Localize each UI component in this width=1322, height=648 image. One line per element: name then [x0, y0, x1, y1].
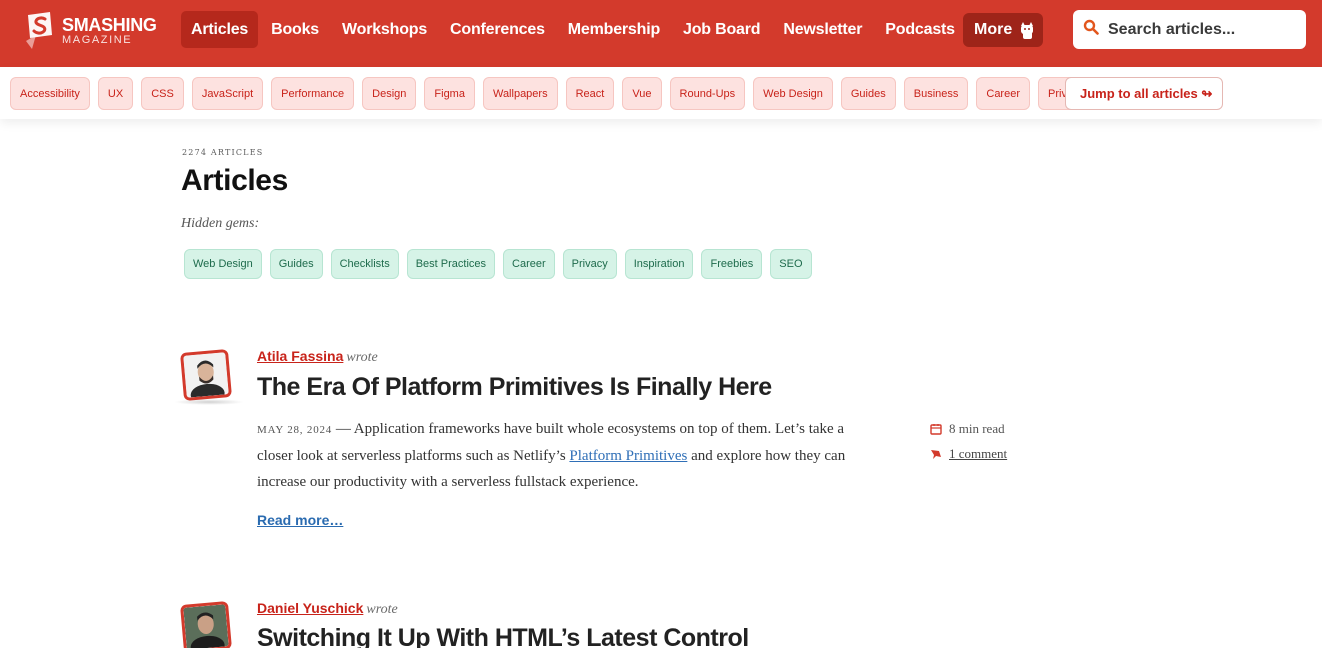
more-label: More [974, 21, 1013, 38]
author-link[interactable]: Daniel Yuschick [257, 600, 363, 616]
article-excerpt: May 28, 2024 — Application frameworks ha… [257, 416, 867, 495]
jump-to-all-articles-button[interactable]: Jump to all articles ↬ [1065, 77, 1223, 110]
top-navigation-bar: SMASHING MAGAZINE Articles Books Worksho… [0, 0, 1322, 67]
read-time: 8 min read [930, 416, 1007, 441]
search-box[interactable] [1073, 10, 1306, 49]
platform-primitives-link[interactable]: Platform Primitives [569, 448, 687, 464]
comment-icon [931, 449, 941, 459]
author-avatar-wrapper [174, 348, 244, 405]
read-time-text: 8 min read [949, 420, 1005, 436]
tag-accessibility[interactable]: Accessibility [10, 77, 90, 110]
logo-line-1: SMASHING [62, 15, 157, 35]
tag-career[interactable]: Career [976, 77, 1030, 110]
tag-ux[interactable]: UX [97, 77, 134, 110]
gem-web-design[interactable]: Web Design [184, 249, 262, 279]
nav-item-membership[interactable]: Membership [558, 11, 670, 48]
nav-item-podcasts[interactable]: Podcasts [875, 11, 965, 48]
article-meta: 8 min read 1 comment [930, 416, 1007, 466]
article-title[interactable]: The Era Of Platform Primitives Is Finall… [257, 373, 772, 402]
nav-item-conferences[interactable]: Conferences [440, 11, 555, 48]
cat-icon [1017, 20, 1037, 40]
nav-item-job-board[interactable]: Job Board [673, 11, 770, 48]
comments: 1 comment [930, 441, 1007, 466]
article-count: 2274 ARTICLES [182, 148, 264, 157]
tag-guides[interactable]: Guides [840, 77, 896, 110]
article-title[interactable]: Switching It Up With HTML’s Latest Contr… [257, 624, 749, 648]
search-input[interactable] [1108, 20, 1298, 39]
main-nav: Articles Books Workshops Conferences Mem… [181, 11, 968, 48]
gem-career[interactable]: Career [503, 249, 555, 279]
tag-figma[interactable]: Figma [424, 77, 475, 110]
tag-round-ups[interactable]: Round-Ups [669, 77, 746, 110]
hidden-gems-tags: Web Design Guides Checklists Best Practi… [184, 249, 820, 279]
search-icon [1083, 19, 1099, 40]
comments-link[interactable]: 1 comment [949, 446, 1007, 462]
gem-best-practices[interactable]: Best Practices [406, 249, 496, 279]
tag-wallpapers[interactable]: Wallpapers [482, 77, 558, 110]
author-line: Daniel Yuschick wrote [257, 600, 398, 618]
wrote-label: wrote [346, 350, 378, 365]
nav-item-workshops[interactable]: Workshops [332, 11, 437, 48]
gem-privacy[interactable]: Privacy [562, 249, 617, 279]
excerpt-dash: — [332, 421, 354, 437]
nav-item-books[interactable]: Books [261, 11, 329, 48]
article-date: May 28, 2024 [257, 424, 333, 436]
gem-inspiration[interactable]: Inspiration [624, 249, 694, 279]
gem-checklists[interactable]: Checklists [330, 249, 399, 279]
gem-guides[interactable]: Guides [269, 249, 323, 279]
author-avatar[interactable] [179, 600, 233, 648]
tag-performance[interactable]: Performance [271, 77, 355, 110]
hidden-gems-label: Hidden gems: [181, 216, 260, 231]
calendar-icon [930, 423, 942, 435]
smashing-logo-icon [22, 11, 56, 51]
tag-css[interactable]: CSS [141, 77, 184, 110]
tag-business[interactable]: Business [903, 77, 969, 110]
more-menu-button[interactable]: More [963, 13, 1043, 47]
wrote-label: wrote [366, 602, 398, 617]
nav-item-newsletter[interactable]: Newsletter [773, 11, 872, 48]
nav-item-articles[interactable]: Articles [181, 11, 259, 48]
gem-seo[interactable]: SEO [770, 249, 812, 279]
author-line: Atila Fassina wrote [257, 348, 378, 366]
tag-web-design[interactable]: Web Design [753, 77, 833, 110]
logo-line-2: MAGAZINE [62, 34, 133, 46]
topic-tags: Accessibility UX CSS JavaScript Performa… [10, 77, 1102, 110]
topic-tag-bar: Accessibility UX CSS JavaScript Performa… [0, 67, 1322, 119]
smashing-logo[interactable]: SMASHING MAGAZINE [22, 11, 164, 51]
author-avatar-wrapper [179, 600, 233, 648]
gem-freebies[interactable]: Freebies [701, 249, 763, 279]
tag-design[interactable]: Design [362, 77, 417, 110]
author-avatar[interactable] [179, 348, 233, 402]
read-more-link[interactable]: Read more… [257, 512, 343, 528]
page-title: Articles [181, 164, 288, 197]
tag-javascript[interactable]: JavaScript [191, 77, 264, 110]
tag-react[interactable]: React [565, 77, 615, 110]
tag-vue[interactable]: Vue [622, 77, 662, 110]
author-link[interactable]: Atila Fassina [257, 348, 343, 364]
